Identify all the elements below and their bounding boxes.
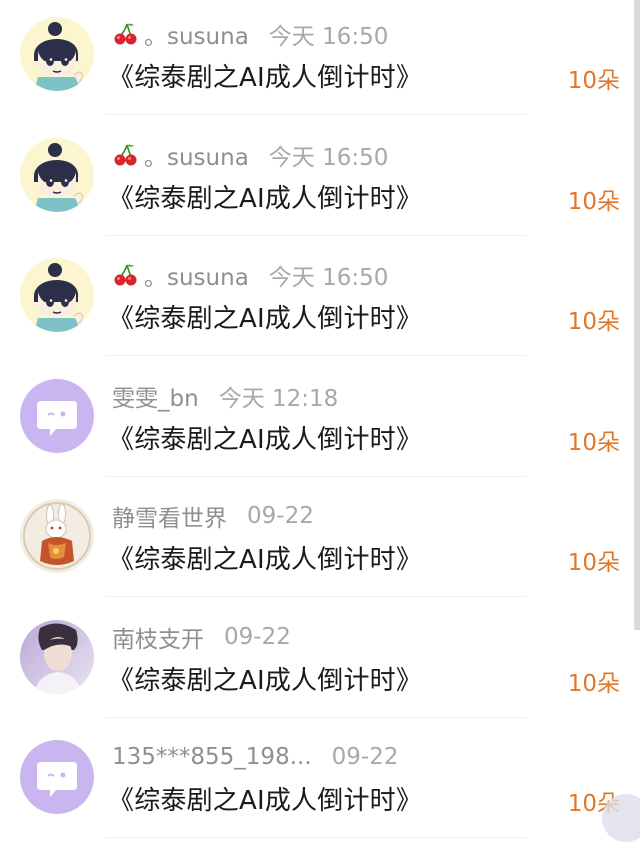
- timestamp: 今天 16:50: [268, 24, 389, 50]
- record-meta: 南枝支开 09-22: [112, 621, 291, 653]
- default-chat-avatar[interactable]: [20, 378, 94, 453]
- work-title[interactable]: 《综泰剧之AI成人倒计时》: [108, 178, 422, 215]
- list-item[interactable]: 135***855_198... 09-22 《综泰剧之AI成人倒计时》 10朵: [0, 723, 640, 844]
- user-name[interactable]: 。susuna: [144, 258, 249, 292]
- rabbit-avatar[interactable]: [20, 499, 94, 573]
- gift-count: 10朵: [567, 188, 620, 215]
- record-meta: 。susuna 今天 16:50: [112, 139, 388, 171]
- cartoon-boy-avatar[interactable]: [20, 17, 94, 91]
- cartoon-boy-avatar[interactable]: [20, 137, 94, 212]
- list-item[interactable]: 南枝支开 09-22 《综泰剧之AI成人倒计时》 10朵: [0, 603, 640, 724]
- list-item[interactable]: 雯雯_bn 今天 12:18 《综泰剧之AI成人倒计时》 10朵: [0, 362, 640, 483]
- divider: [106, 355, 526, 356]
- cartoon-boy-avatar[interactable]: [20, 258, 94, 332]
- timestamp: 09-22: [224, 623, 291, 650]
- timestamp: 09-22: [247, 503, 314, 529]
- gift-count: 10朵: [567, 68, 620, 94]
- divider: [106, 716, 526, 718]
- gift-count: 10朵: [567, 309, 620, 335]
- gift-count: 10朵: [567, 550, 620, 576]
- cherry-icon: [112, 262, 138, 288]
- list-item[interactable]: 。susuna 今天 16:50 《综泰剧之AI成人倒计时》 10朵: [0, 241, 640, 362]
- list-item[interactable]: 。susuna 今天 16:50 《综泰剧之AI成人倒计时》 10朵: [0, 0, 640, 121]
- list-item[interactable]: 。susuna 今天 16:50 《综泰剧之AI成人倒计时》 10朵: [0, 121, 640, 242]
- divider: [106, 234, 526, 236]
- user-name[interactable]: 135***855_198...: [112, 744, 312, 770]
- gift-record-list: 。susuna 今天 16:50 《综泰剧之AI成人倒计时》 10朵 。susu…: [0, 0, 640, 844]
- record-meta: 。susuna 今天 16:50: [112, 259, 388, 291]
- timestamp: 09-22: [331, 744, 399, 770]
- work-title[interactable]: 《综泰剧之AI成人倒计时》: [108, 539, 422, 576]
- gift-count: 10朵: [567, 429, 620, 456]
- record-meta: 。susuna 今天 16:50: [112, 18, 388, 50]
- work-title[interactable]: 《综泰剧之AI成人倒计时》: [108, 780, 422, 817]
- user-name[interactable]: 。susuna: [144, 17, 249, 51]
- user-name[interactable]: 。susuna: [144, 138, 249, 172]
- cherry-icon: [114, 144, 137, 165]
- cherry-icon: [112, 21, 138, 47]
- work-title[interactable]: 《综泰剧之AI成人倒计时》: [108, 419, 422, 456]
- cherry-icon: [114, 23, 137, 45]
- work-title[interactable]: 《综泰剧之AI成人倒计时》: [108, 660, 422, 697]
- photo-avatar[interactable]: [20, 619, 94, 694]
- scrollbar[interactable]: [634, 0, 640, 630]
- divider: [106, 475, 526, 477]
- timestamp: 今天 16:50: [268, 265, 389, 291]
- user-name[interactable]: 雯雯_bn: [112, 379, 199, 413]
- gift-count: 10朵: [567, 670, 620, 697]
- divider: [106, 114, 526, 115]
- divider: [106, 596, 526, 597]
- cherry-icon: [114, 264, 137, 286]
- record-meta: 静雪看世界 09-22: [112, 500, 314, 532]
- record-meta: 雯雯_bn 今天 12:18: [112, 380, 338, 412]
- divider: [106, 837, 526, 838]
- cherry-icon: [112, 142, 138, 168]
- user-name[interactable]: 南枝支开: [112, 620, 204, 654]
- user-name[interactable]: 静雪看世界: [112, 499, 227, 533]
- work-title[interactable]: 《综泰剧之AI成人倒计时》: [108, 298, 422, 335]
- default-chat-avatar[interactable]: [20, 740, 94, 814]
- record-meta: 135***855_198... 09-22: [112, 741, 398, 773]
- list-item[interactable]: 静雪看世界 09-22 《综泰剧之AI成人倒计时》 10朵: [0, 482, 640, 603]
- timestamp: 今天 16:50: [268, 144, 389, 171]
- work-title[interactable]: 《综泰剧之AI成人倒计时》: [108, 57, 422, 94]
- timestamp: 今天 12:18: [218, 385, 339, 412]
